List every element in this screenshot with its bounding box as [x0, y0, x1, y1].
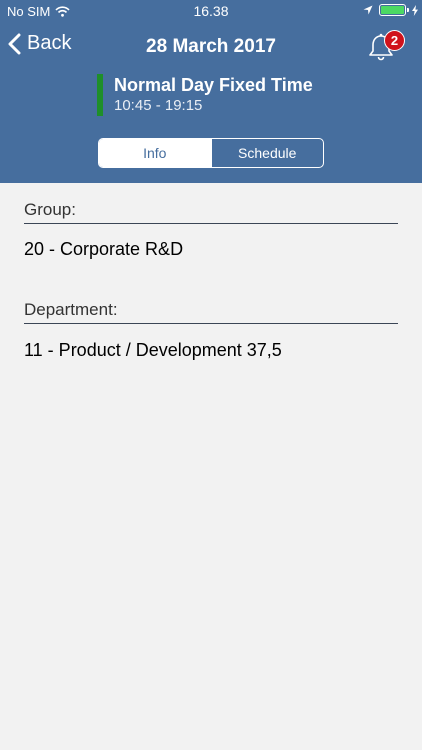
- shift-name: Normal Day Fixed Time: [114, 75, 313, 95]
- group-value: 20 - Corporate R&D: [24, 239, 184, 259]
- segmented-control: Info Schedule: [98, 138, 324, 168]
- shift-color-bar: [97, 74, 103, 116]
- status-right: [363, 4, 418, 16]
- status-time: 16.38: [193, 3, 229, 19]
- location-arrow-icon: [363, 5, 373, 15]
- notifications-button[interactable]: 2: [368, 30, 405, 62]
- charging-icon: [412, 4, 418, 16]
- battery-icon: [379, 4, 409, 16]
- tab-info[interactable]: Info: [99, 139, 211, 167]
- header: No SIM 16.38 Back 28 March 2017 2 Normal…: [0, 0, 422, 183]
- group-label: Group:: [24, 200, 398, 224]
- nav-bar: Back 28 March 2017 2: [0, 22, 422, 70]
- shift-time-range: 10:45 - 19:15: [114, 97, 203, 114]
- status-bar: No SIM 16.38: [0, 0, 422, 22]
- page-title: 28 March 2017: [146, 36, 276, 57]
- department-label: Department:: [24, 300, 398, 324]
- notification-badge: 2: [384, 30, 405, 51]
- department-value: 11 - Product / Development 37,5: [24, 340, 282, 360]
- tab-schedule[interactable]: Schedule: [210, 139, 324, 167]
